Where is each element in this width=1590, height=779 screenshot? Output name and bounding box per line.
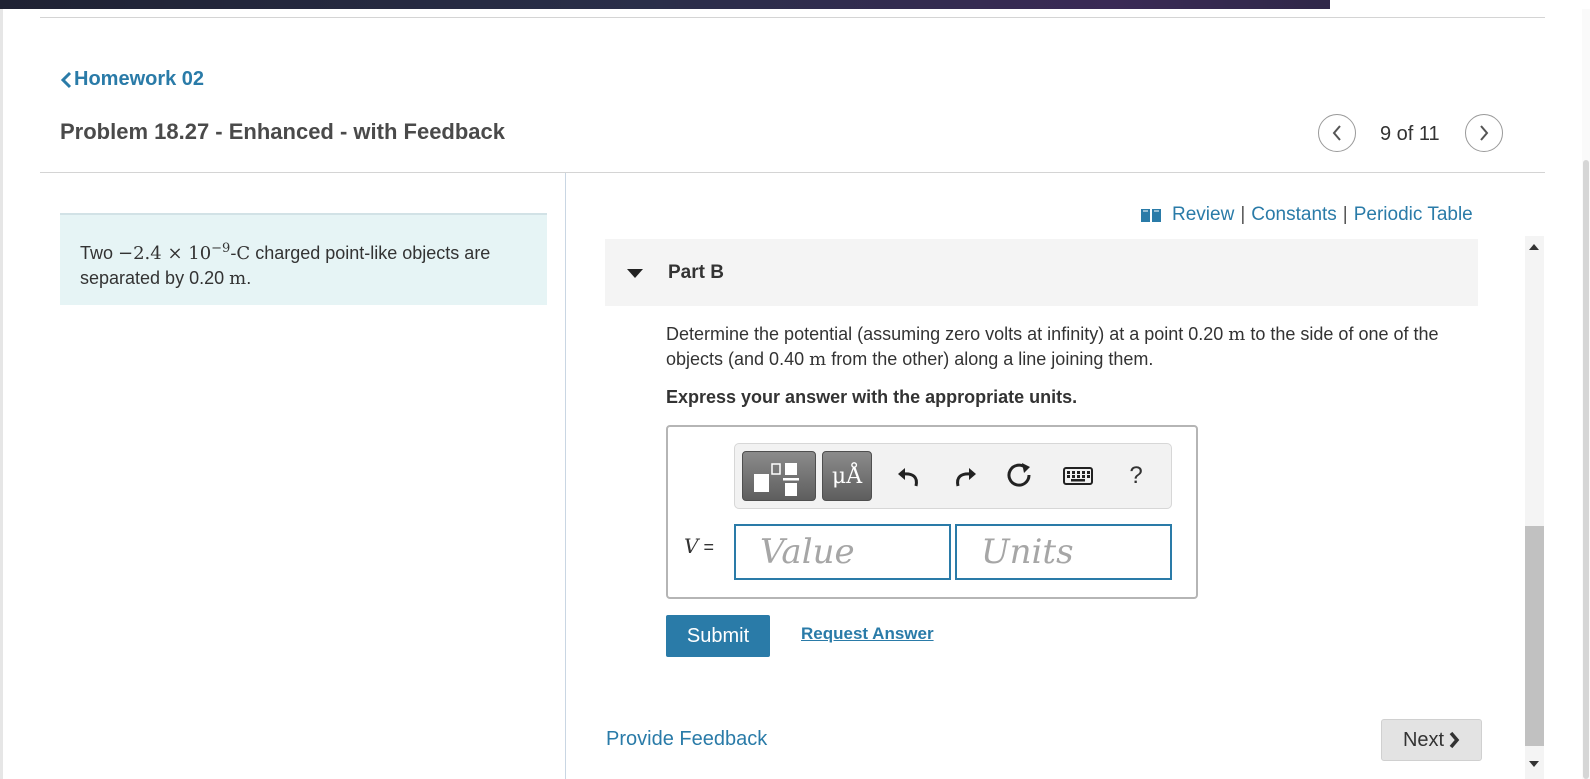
value-input[interactable] (734, 524, 951, 580)
fraction-template-icon (754, 463, 799, 496)
keyboard-icon[interactable] (1060, 458, 1096, 494)
answer-area: μÅ ? V = Value Units (666, 425, 1198, 599)
link-separator: | (1240, 204, 1246, 225)
window-scrollbar-thumb[interactable] (1583, 160, 1589, 779)
question-text: Determine the potential (assuming zero v… (666, 324, 1439, 370)
part-label: Part B (668, 261, 724, 283)
link-separator: | (1342, 204, 1348, 225)
panel-scrollbar-thumb[interactable] (1525, 526, 1544, 746)
book-icon (1141, 209, 1161, 222)
top-divider (40, 17, 1545, 18)
submit-button[interactable]: Submit (666, 615, 770, 657)
resource-links: Review | Constants | Periodic Table (1140, 204, 1473, 226)
part-b-header[interactable]: Part B (605, 239, 1478, 306)
constants-link[interactable]: Constants (1251, 204, 1337, 226)
scroll-up-arrow-icon[interactable] (1527, 240, 1541, 254)
scroll-down-arrow-icon[interactable] (1527, 757, 1541, 771)
periodic-table-link[interactable]: Periodic Table (1354, 204, 1473, 226)
chevron-left-icon (60, 71, 72, 88)
charge-value: −2.4 × 10−9-C (118, 241, 251, 264)
request-answer-link[interactable]: Request Answer (801, 624, 934, 644)
chevron-right-icon (1480, 125, 1489, 141)
browser-top-strip-end (1330, 0, 1590, 9)
templates-button[interactable] (742, 451, 816, 501)
chevron-right-icon (1449, 731, 1460, 749)
problem-counter: 9 of 11 (1380, 123, 1440, 145)
reset-icon[interactable] (1002, 458, 1038, 494)
problem-statement: Two −2.4 × 10−9-C charged point-like obj… (60, 213, 547, 305)
window-left-edge (0, 9, 3, 779)
review-link[interactable]: Review (1172, 204, 1234, 226)
back-link-label: Homework 02 (74, 68, 205, 90)
redo-icon[interactable] (947, 458, 983, 494)
collapse-caret-icon[interactable] (626, 267, 644, 279)
header-divider (40, 172, 1545, 173)
previous-problem-button[interactable] (1318, 114, 1356, 152)
provide-feedback-link[interactable]: Provide Feedback (606, 728, 767, 751)
math-toolbar: μÅ ? (734, 443, 1172, 509)
variable-label: V = (684, 534, 714, 558)
next-problem-button[interactable] (1465, 114, 1503, 152)
help-button[interactable]: ? (1118, 458, 1154, 494)
undo-icon[interactable] (891, 458, 927, 494)
back-to-assignment-link[interactable]: Homework 02 (60, 68, 204, 91)
column-separator (565, 173, 566, 779)
units-input[interactable] (955, 524, 1172, 580)
chevron-left-icon (1332, 125, 1341, 141)
next-button-label: Next (1402, 728, 1445, 751)
problem-title: Problem 18.27 - Enhanced - with Feedback (60, 119, 506, 144)
next-button[interactable]: Next (1381, 719, 1482, 761)
answer-instruction: Express your answer with the appropriate… (666, 387, 1078, 407)
units-button[interactable]: μÅ (822, 451, 872, 501)
